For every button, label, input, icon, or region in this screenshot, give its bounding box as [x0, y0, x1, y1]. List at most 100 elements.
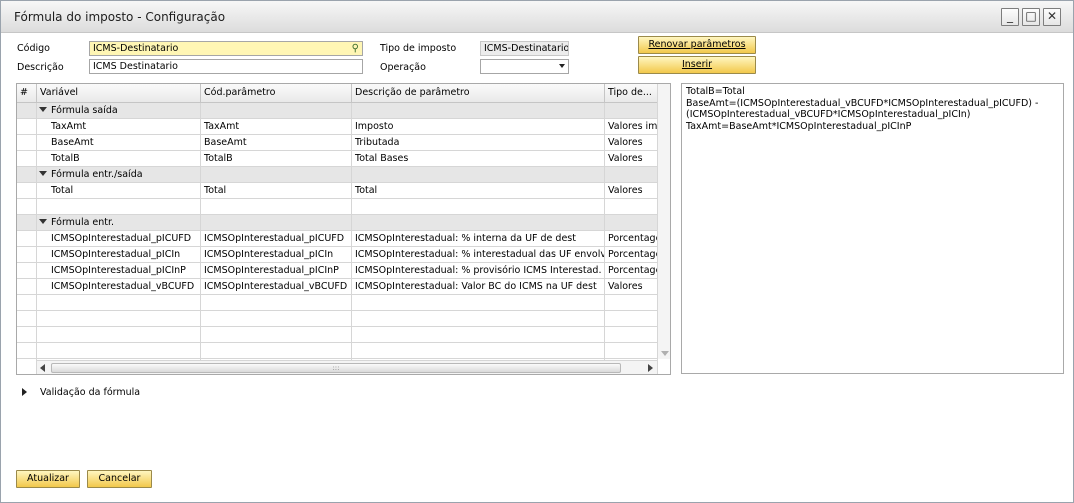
inserir-button[interactable]: Inserir — [638, 56, 756, 74]
cod-parametro-cell[interactable] — [201, 199, 352, 215]
table-row[interactable]: TaxAmt TaxAmt Imposto Valores imp — [17, 119, 658, 135]
empty-cell[interactable] — [605, 327, 658, 343]
codigo-field[interactable]: ICMS-Destinatario ⚲ — [89, 41, 363, 56]
horizontal-scroll-thumb[interactable]: ::: — [51, 363, 621, 373]
variavel-cell[interactable]: ICMSOpInterestadual_pICIn — [37, 247, 201, 263]
renovar-parametros-button[interactable]: Renovar parâmetros — [638, 36, 756, 54]
horizontal-scrollbar[interactable]: ::: — [37, 360, 657, 374]
grid-group-cell[interactable] — [352, 103, 605, 119]
cancelar-button[interactable]: Cancelar — [87, 470, 152, 488]
variavel-cell[interactable]: ICMSOpInterestadual_vBCUFD — [37, 279, 201, 295]
table-row[interactable]: ICMSOpInterestadual_vBCUFD ICMSOpInterest… — [17, 279, 658, 295]
table-row[interactable]: ICMSOpInterestadual_pICInP ICMSOpInterest… — [17, 263, 658, 279]
variavel-cell[interactable]: Total — [37, 183, 201, 199]
empty-cell[interactable] — [37, 327, 201, 343]
grid-group-cell[interactable] — [17, 167, 37, 183]
grid-group-cell[interactable] — [201, 215, 352, 231]
empty-cell[interactable] — [17, 343, 37, 359]
empty-cell[interactable] — [605, 295, 658, 311]
grid-group-label[interactable]: Fórmula entr./saída — [39, 167, 143, 182]
tipo-cell[interactable]: Porcentage — [605, 263, 658, 279]
tipo-cell[interactable]: Valores — [605, 183, 658, 199]
descricao-cell[interactable]: Total Bases — [352, 151, 605, 167]
grid-header-descricao[interactable]: Descrição de parâmetro — [352, 84, 605, 103]
empty-cell[interactable] — [352, 311, 605, 327]
grid-group-cell[interactable] — [605, 167, 658, 183]
table-row[interactable]: Total Total Total Valores — [17, 183, 658, 199]
descricao-cell[interactable]: ICMSOpInterestadual: % interestadual das… — [352, 247, 605, 263]
empty-cell[interactable] — [17, 311, 37, 327]
cod-parametro-cell[interactable]: TotalB — [201, 151, 352, 167]
descricao-cell[interactable]: Tributada — [352, 135, 605, 151]
descricao-cell[interactable]: ICMSOpInterestadual: % provisório ICMS I… — [352, 263, 605, 279]
variavel-cell[interactable]: ICMSOpInterestadual_pICUFD — [37, 231, 201, 247]
empty-cell[interactable] — [17, 295, 37, 311]
tipo-cell[interactable]: Porcentage — [605, 247, 658, 263]
collapse-arrow-icon[interactable] — [39, 219, 47, 224]
descricao-cell[interactable]: ICMSOpInterestadual: % interna da UF de … — [352, 231, 605, 247]
grid-index-cell[interactable] — [17, 135, 37, 151]
grid-header-tipo[interactable]: Tipo de... — [605, 84, 658, 103]
title-bar[interactable]: Fórmula do imposto - Configuração _ □ ✕ — [1, 1, 1073, 33]
variavel-cell[interactable] — [37, 199, 201, 215]
empty-cell[interactable] — [37, 295, 201, 311]
descricao-cell[interactable]: Imposto — [352, 119, 605, 135]
descricao-field[interactable]: ICMS Destinatario — [89, 59, 363, 74]
grid-index-cell[interactable] — [17, 151, 37, 167]
table-row[interactable]: TotalB TotalB Total Bases Valores — [17, 151, 658, 167]
empty-row[interactable] — [17, 311, 658, 327]
grid-index-cell[interactable] — [17, 231, 37, 247]
empty-cell[interactable] — [352, 295, 605, 311]
atualizar-button[interactable]: Atualizar — [16, 470, 80, 488]
grid-index-cell[interactable] — [17, 199, 37, 215]
table-row[interactable] — [17, 199, 658, 215]
grid-group-cell[interactable] — [352, 215, 605, 231]
grid-header-index[interactable]: # — [17, 84, 37, 103]
table-row[interactable]: ICMSOpInterestadual_pICUFD ICMSOpInterest… — [17, 231, 658, 247]
cod-parametro-cell[interactable]: ICMSOpInterestadual_pICIn — [201, 247, 352, 263]
cod-parametro-cell[interactable]: Total — [201, 183, 352, 199]
grid-index-cell[interactable] — [17, 183, 37, 199]
grid-index-cell[interactable] — [17, 279, 37, 295]
table-row[interactable]: BaseAmt BaseAmt Tributada Valores — [17, 135, 658, 151]
formula-textarea[interactable]: TotalB=Total BaseAmt=(ICMSOpInterestadual… — [681, 83, 1064, 374]
empty-cell[interactable] — [37, 311, 201, 327]
cod-parametro-cell[interactable]: BaseAmt — [201, 135, 352, 151]
grid-header-cod-parametro[interactable]: Cód.parâmetro — [201, 84, 352, 103]
empty-cell[interactable] — [605, 311, 658, 327]
cod-parametro-cell[interactable]: ICMSOpInterestadual_vBCUFD — [201, 279, 352, 295]
cod-parametro-cell[interactable]: TaxAmt — [201, 119, 352, 135]
tipo-cell[interactable]: Valores — [605, 279, 658, 295]
collapse-arrow-icon[interactable] — [39, 107, 47, 112]
chevron-down-icon[interactable] — [559, 64, 565, 68]
tipo-cell[interactable] — [605, 199, 658, 215]
grid-group-cell[interactable] — [17, 103, 37, 119]
cod-parametro-cell[interactable]: ICMSOpInterestadual_pICUFD — [201, 231, 352, 247]
scroll-right-arrow[interactable] — [648, 364, 653, 372]
empty-cell[interactable] — [37, 343, 201, 359]
empty-cell[interactable] — [605, 343, 658, 359]
maximize-button[interactable]: □ — [1022, 8, 1040, 26]
empty-cell[interactable] — [201, 311, 352, 327]
empty-cell[interactable] — [201, 327, 352, 343]
empty-cell[interactable] — [17, 359, 37, 374]
variavel-cell[interactable]: BaseAmt — [37, 135, 201, 151]
tipo-cell[interactable]: Porcentage — [605, 231, 658, 247]
grid-group-label[interactable]: Fórmula saída — [39, 103, 118, 118]
grid-index-cell[interactable] — [17, 247, 37, 263]
tipo-cell[interactable]: Valores — [605, 135, 658, 151]
table-row[interactable]: ICMSOpInterestadual_pICIn ICMSOpInteresta… — [17, 247, 658, 263]
empty-row[interactable] — [17, 343, 658, 359]
empty-row[interactable] — [17, 295, 658, 311]
grid-group-cell[interactable] — [605, 103, 658, 119]
scroll-left-arrow[interactable] — [40, 364, 45, 372]
scroll-down-arrow[interactable] — [661, 351, 669, 356]
minimize-button[interactable]: _ — [1001, 8, 1019, 26]
close-button[interactable]: ✕ — [1043, 8, 1061, 26]
grid-group-row[interactable]: Fórmula saída — [17, 103, 658, 119]
variavel-cell[interactable]: TaxAmt — [37, 119, 201, 135]
descricao-cell[interactable]: ICMSOpInterestadual: Valor BC do ICMS na… — [352, 279, 605, 295]
cod-parametro-cell[interactable]: ICMSOpInterestadual_pICInP — [201, 263, 352, 279]
empty-cell[interactable] — [201, 295, 352, 311]
grid-header-variavel[interactable]: Variável — [37, 84, 201, 103]
